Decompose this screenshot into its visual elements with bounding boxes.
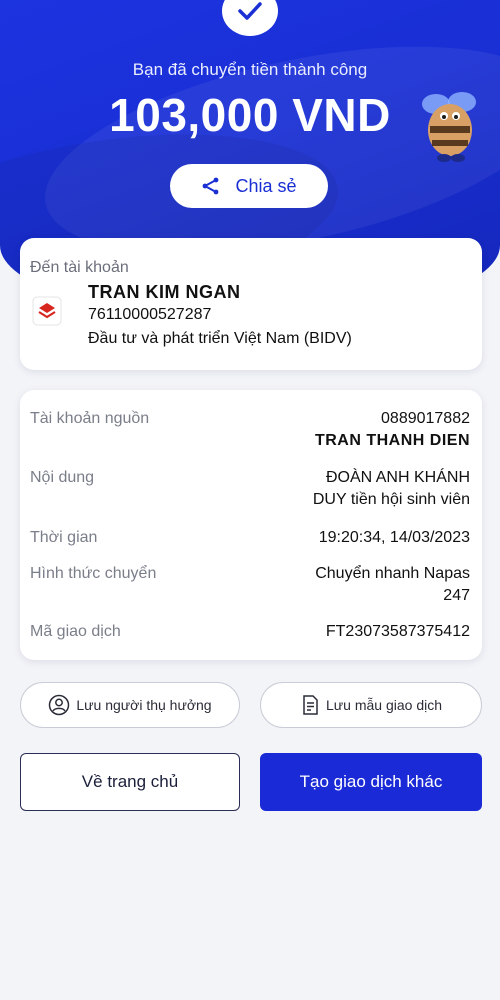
bidv-bank-logo-icon <box>32 296 62 326</box>
share-button[interactable]: Chia sẻ <box>170 164 328 208</box>
save-template-button[interactable]: Lưu mẫu giao dịch <box>260 682 482 728</box>
save-beneficiary-label: Lưu người thụ hưởng <box>76 697 212 713</box>
user-icon <box>49 694 70 716</box>
recipient-bank-name: Đầu tư và phát triển Việt Nam (BIDV) <box>88 330 352 347</box>
home-button[interactable]: Về trang chủ <box>20 753 240 811</box>
content-label: Nội dung <box>30 469 95 486</box>
time-value: 19:20:34, 14/03/2023 <box>318 529 470 546</box>
source-account-name: TRAN THANH DIEN <box>314 432 470 449</box>
time-label: Thời gian <box>30 529 98 546</box>
new-transaction-button[interactable]: Tạo giao dịch khác <box>260 753 482 811</box>
transfer-method-label: Hình thức chuyển <box>30 565 157 582</box>
content-value-line1: ĐOÀN ANH KHÁNH <box>325 469 470 486</box>
transfer-method-line1: Chuyển nhanh Napas <box>315 565 470 582</box>
recipient-account-number: 76110000527287 <box>88 306 212 323</box>
recipient-name: TRAN KIM NGAN <box>88 282 241 302</box>
share-icon <box>203 177 219 195</box>
content-value-line2: DUY tiền hội sinh viên <box>312 491 470 508</box>
save-beneficiary-button[interactable]: Lưu người thụ hưởng <box>20 682 240 728</box>
save-template-label: Lưu mẫu giao dịch <box>326 697 442 713</box>
transaction-details-card: Tài khoản nguồn 0889017882 TRAN THANH DI… <box>20 390 482 660</box>
recipient-label: Đến tài khoản <box>30 259 129 276</box>
mascot-bee-icon <box>422 92 476 162</box>
template-document-icon <box>303 695 318 715</box>
transaction-id-label: Mã giao dịch <box>30 623 121 640</box>
transfer-method-line2: 247 <box>443 587 470 604</box>
source-account-number: 0889017882 <box>381 410 470 427</box>
share-label: Chia sẻ <box>235 175 297 196</box>
success-message: Bạn đã chuyển tiền thành công <box>132 60 368 79</box>
source-account-label: Tài khoản nguồn <box>30 410 150 427</box>
recipient-card: Đến tài khoản TRAN KIM NGAN 761100005272… <box>20 238 482 370</box>
transaction-id-value: FT23073587375412 <box>325 623 470 640</box>
